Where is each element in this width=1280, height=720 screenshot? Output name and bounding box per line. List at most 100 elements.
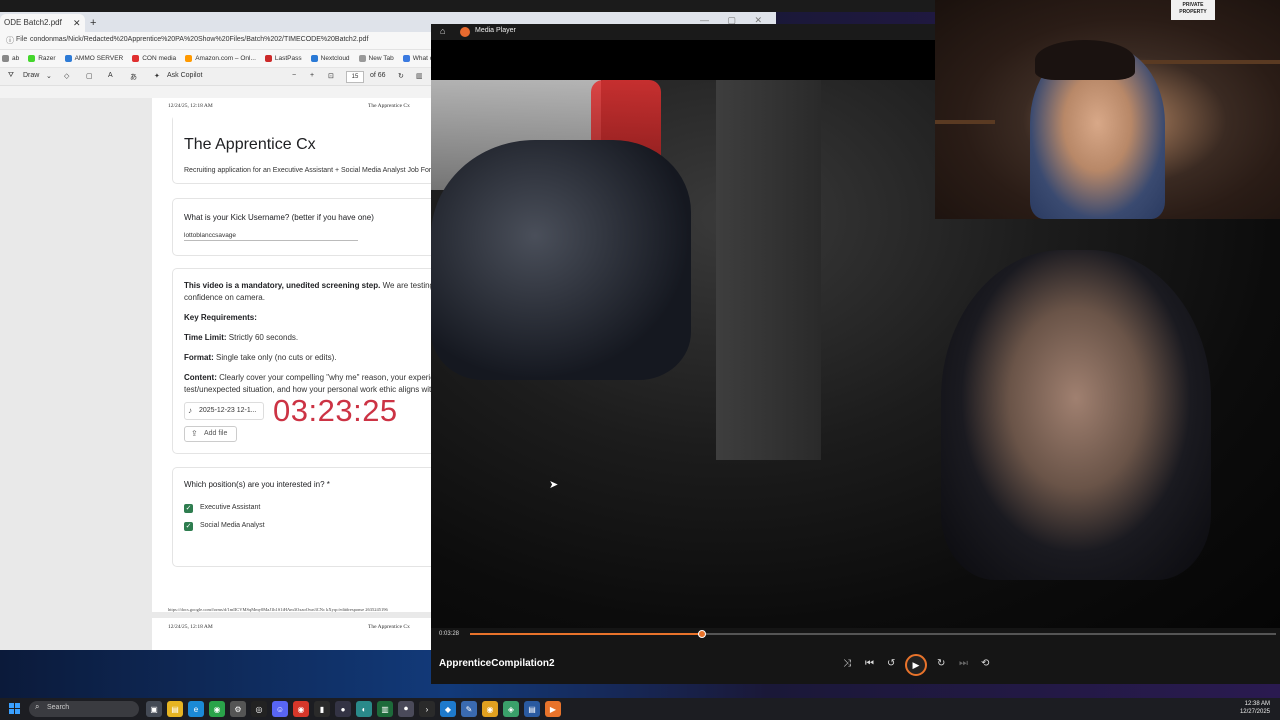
rotate-icon[interactable]: ↻ [398, 72, 404, 80]
tab-close-icon[interactable]: ✕ [73, 14, 81, 32]
question-card-positions: Which position(s) are you interested in?… [172, 467, 442, 567]
video-person [941, 250, 1211, 580]
bookmark-label: Razer [38, 55, 56, 62]
stats-icon[interactable]: ▥ [377, 701, 393, 717]
previous-icon[interactable]: ⏮ [865, 658, 874, 669]
player-app-title: Media Player [475, 27, 516, 34]
translate-icon[interactable]: あ [130, 72, 137, 82]
app-icon[interactable]: ▮ [314, 701, 330, 717]
home-icon[interactable]: ⌂ [440, 26, 445, 36]
webcam-person-hair [1035, 40, 1135, 80]
key-requirements-label: Key Requirements: [184, 313, 257, 322]
browser-icon[interactable]: ◐ [356, 701, 372, 717]
seek-bar[interactable] [470, 630, 1276, 638]
question-card-username: What is your Kick Username? (better if y… [172, 198, 442, 256]
pdf-page-next: 12/24/25, 12:18 AM The Apprentice Cx [152, 618, 452, 650]
page-header-date: 12/24/25, 12:18 AM [168, 103, 213, 109]
bookmark-favicon-icon [132, 55, 140, 62]
ask-copilot-button[interactable]: Ask Copilot [167, 72, 202, 79]
chrome-canary-icon[interactable]: ◉ [482, 701, 498, 717]
format-label: Format: [184, 353, 214, 362]
new-tab-button[interactable]: + [90, 14, 96, 32]
read-aloud-icon[interactable]: A [108, 72, 113, 79]
bookmark-item[interactable]: Amazon.com – Onl... [185, 55, 256, 62]
uploaded-file[interactable]: ♪ 2025-12-23 12-1... [184, 402, 264, 420]
video-intro-line2: confidence on camera. [184, 293, 265, 302]
zoom-in-button[interactable]: + [310, 72, 314, 79]
obs-icon[interactable]: ● [335, 701, 351, 717]
webcam-overlay: PRIVATE PROPERTY [935, 0, 1280, 219]
checkbox-executive-assistant[interactable]: ✓ [184, 504, 193, 513]
video-chair [431, 140, 691, 380]
forward-icon[interactable]: ↻ [937, 658, 945, 669]
mouse-cursor-icon: ➤ [549, 479, 559, 491]
key-requirements: Key Requirements: [184, 313, 257, 322]
settings-icon[interactable]: ⚙ [230, 701, 246, 717]
bookmark-favicon-icon [402, 55, 410, 62]
bookmark-item[interactable]: AMMO SERVER [64, 55, 123, 62]
page-count: of 66 [370, 72, 386, 79]
play-button[interactable]: ▶ [905, 654, 927, 676]
video-pillar [716, 80, 821, 460]
bookmark-item[interactable]: Razer [28, 55, 56, 62]
bookmark-item[interactable]: Nextcloud [310, 55, 350, 62]
bookmark-label: CON media [142, 55, 177, 62]
format: Format: Single take only (no cuts or edi… [184, 353, 337, 362]
media-player-icon[interactable]: ▶ [545, 701, 561, 717]
shuffle-icon[interactable]: ⤨ [843, 658, 851, 669]
bookmark-item[interactable]: ab [2, 55, 19, 62]
page-number-input[interactable]: 15 [346, 71, 364, 83]
bookmark-favicon-icon [185, 55, 193, 62]
uploaded-file-name: 2025-12-23 12-1... [199, 407, 257, 414]
time-limit: Time Limit: Strictly 60 seconds. [184, 333, 298, 342]
notes-icon[interactable]: ▤ [524, 701, 540, 717]
taskbar: ⌕ Search ▣ ▤ e ◉ ⚙ ◎ ☺ ◉ ▮ ● ◐ ▥ ⏺ › ◆ ✎ ◉ ◈ ▤ ▶ 12:38 AM 1… [0, 698, 1280, 720]
timecode-overlay: 03:23:25 [273, 393, 398, 428]
bookmark-label: Nextcloud [320, 55, 350, 62]
address-url[interactable]: condonmas/Nick/Redacted%20Apprentice%20P… [30, 36, 368, 43]
vscode-icon[interactable]: ◆ [440, 701, 456, 717]
file-explorer-icon[interactable]: ▤ [167, 701, 183, 717]
add-file-label: Add file [204, 430, 228, 437]
github-icon[interactable]: ◎ [251, 701, 267, 717]
bookmark-item[interactable]: New Tab [358, 55, 394, 62]
start-button[interactable] [9, 703, 20, 714]
task-view-icon[interactable]: ▣ [146, 701, 162, 717]
terminal-icon[interactable]: › [419, 701, 435, 717]
rewind-icon[interactable]: ↺ [887, 658, 895, 669]
eraser-icon[interactable]: ◇ [64, 72, 69, 80]
system-clock[interactable]: 12:38 AM 12/27/2025 [1240, 700, 1270, 716]
draw-icon[interactable]: ⛛ [8, 72, 14, 80]
zoom-out-button[interactable]: − [292, 72, 296, 79]
pen-icon[interactable]: ✎ [461, 701, 477, 717]
time-limit-label: Time Limit: [184, 333, 227, 342]
text-icon[interactable]: ▢ [86, 72, 93, 80]
widgets-icon[interactable]: ◈ [503, 701, 519, 717]
tab-title: ODE Batch2.pdf [4, 18, 62, 27]
bookmark-item[interactable]: LastPass [264, 55, 302, 62]
current-time: 0:03:28 [439, 631, 460, 637]
copilot-icon[interactable]: ✦ [154, 72, 160, 80]
checkbox-social-media-analyst[interactable]: ✓ [184, 522, 193, 531]
bookmark-item[interactable]: CON media [132, 55, 176, 62]
video-intro: This video is a mandatory, unedited scre… [184, 281, 434, 290]
next-icon[interactable]: ⏭ [959, 658, 968, 669]
chevron-down-icon[interactable]: ⌄ [46, 72, 52, 80]
seek-handle[interactable] [698, 630, 707, 638]
recorder-icon[interactable]: ⏺ [398, 701, 414, 717]
clock-date: 12/27/2025 [1239, 709, 1270, 715]
discord-icon[interactable]: ☺ [272, 701, 288, 717]
fit-page-icon[interactable]: ⊡ [328, 72, 334, 80]
search-icon: ⌕ [35, 702, 40, 711]
taskbar-search[interactable]: ⌕ Search [29, 701, 139, 717]
draw-button[interactable]: Draw [23, 72, 39, 79]
chrome-alt-icon[interactable]: ◉ [293, 701, 309, 717]
two-page-icon[interactable]: ▥ [416, 72, 423, 80]
chrome-icon[interactable]: ◉ [209, 701, 225, 717]
webcam-shelf-left [935, 120, 995, 124]
edge-icon[interactable]: e [188, 701, 204, 717]
repeat-icon[interactable]: ⟲ [981, 658, 989, 669]
add-file-button[interactable]: ⇪ Add file [184, 426, 237, 442]
content: Content: Clearly cover your compelling "… [184, 373, 435, 382]
bookmark-favicon-icon [64, 55, 72, 62]
